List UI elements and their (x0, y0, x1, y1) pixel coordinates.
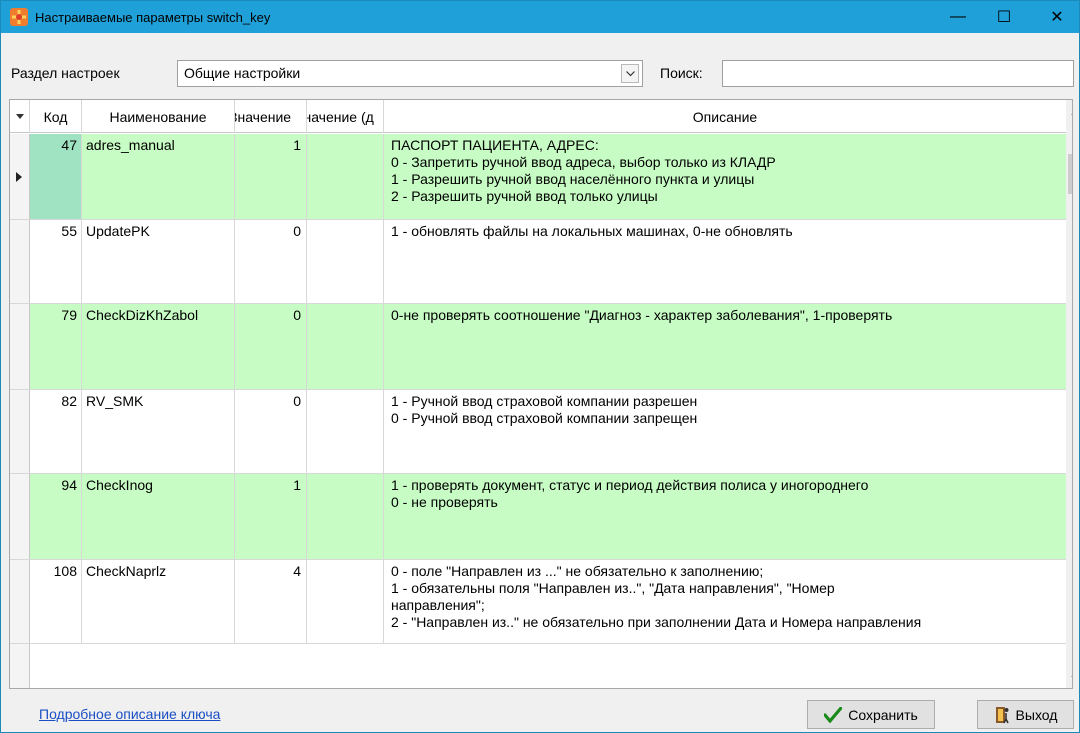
exit-button-label: Выход (1015, 706, 1058, 723)
header-value-default[interactable]: Значение (д (307, 100, 384, 133)
cell-value-default[interactable] (307, 474, 384, 559)
cell-name[interactable]: UpdatePK (82, 220, 235, 303)
header-code[interactable]: Код (30, 100, 82, 133)
cell-value[interactable]: 0 (235, 390, 307, 473)
section-dropdown[interactable]: Общие настройки (177, 60, 643, 87)
table-row[interactable]: 94 CheckInog 1 1 - проверять документ, стат… (10, 474, 1066, 560)
cell-description[interactable]: 1 - обновлять файлы на локальных машинах… (384, 220, 1066, 303)
close-button[interactable]: ✕ (1035, 1, 1079, 33)
cell-value[interactable]: 4 (235, 560, 307, 643)
header-description[interactable]: Описание (384, 100, 1066, 133)
table-row[interactable]: 47 adres_manual 1 ПАСПОРТ ПАЦИЕНТА, АДРЕС: … (10, 134, 1066, 220)
cell-description[interactable]: ПАСПОРТ ПАЦИЕНТА, АДРЕС: 0 - Запретить р… (384, 134, 1066, 219)
cell-description[interactable]: 0-не проверять соотношение "Диагноз - ха… (384, 304, 1066, 389)
cell-code[interactable]: 79 (30, 304, 82, 389)
window-title: Настраиваемые параметры switch_key (35, 9, 271, 25)
table-row[interactable]: 82 RV_SMK 0 1 - Ручной ввод страховой компа… (10, 390, 1066, 474)
cell-value[interactable]: 0 (235, 220, 307, 303)
checkmark-icon (824, 706, 843, 723)
cell-code[interactable]: 55 (30, 220, 82, 303)
table-header: Код Наименование Значение Значение (д Оп… (10, 100, 1072, 133)
cell-value-default[interactable] (307, 304, 384, 389)
exit-door-icon (994, 706, 1010, 724)
cell-code[interactable]: 82 (30, 390, 82, 473)
cell-code[interactable]: 94 (30, 474, 82, 559)
chevron-down-icon[interactable] (621, 64, 639, 83)
vertical-scrollbar[interactable]: ▲ ▼ (1066, 100, 1072, 688)
table-row[interactable]: 79 CheckDizKhZabol 0 0-не проверять соотнош… (10, 304, 1066, 390)
search-input[interactable] (722, 60, 1074, 87)
settings-table: Код Наименование Значение Значение (д Оп… (9, 99, 1073, 689)
cell-value-default[interactable] (307, 220, 384, 303)
cell-value-default[interactable] (307, 134, 384, 219)
cell-code[interactable]: 108 (30, 560, 82, 643)
row-indicator[interactable] (10, 390, 30, 473)
save-button-label: Сохранить (848, 706, 918, 723)
cell-name[interactable]: adres_manual (82, 134, 235, 219)
filter-toolbar: Раздел настроек Общие настройки Поиск: (1, 33, 1079, 97)
scroll-thumb[interactable] (1068, 154, 1072, 194)
cell-name[interactable]: RV_SMK (82, 390, 235, 473)
row-indicator[interactable] (10, 220, 30, 303)
current-row-arrow-icon (16, 172, 22, 182)
save-button[interactable]: Сохранить (807, 700, 935, 729)
cell-value[interactable]: 1 (235, 134, 307, 219)
cell-description[interactable]: 1 - Ручной ввод страховой компании разре… (384, 390, 1066, 473)
row-indicator[interactable] (10, 560, 30, 643)
table-row-empty (10, 644, 1066, 688)
maximize-button[interactable]: ☐ (982, 1, 1026, 33)
cell-name[interactable]: CheckInog (82, 474, 235, 559)
column-menu-icon[interactable] (10, 100, 30, 133)
table-row[interactable]: 108 CheckNaprlz 4 0 - поле "Направлен из ..… (10, 560, 1066, 644)
settings-window: Настраиваемые параметры switch_key — ☐ ✕… (0, 0, 1080, 733)
cell-description[interactable]: 1 - проверять документ, статус и период … (384, 474, 1066, 559)
table-row[interactable]: 55 UpdatePK 0 1 - обновлять файлы на локаль… (10, 220, 1066, 304)
row-indicator[interactable] (10, 304, 30, 389)
scroll-down-icon[interactable]: ▼ (1068, 670, 1072, 686)
search-label: Поиск: (660, 65, 703, 81)
title-bar[interactable]: Настраиваемые параметры switch_key — ☐ ✕ (1, 1, 1079, 33)
header-value[interactable]: Значение (235, 100, 307, 133)
cell-description[interactable]: 0 - поле "Направлен из ..." не обязатель… (384, 560, 1066, 643)
cell-name[interactable]: CheckDizKhZabol (82, 304, 235, 389)
row-indicator[interactable] (10, 474, 30, 559)
header-name[interactable]: Наименование (82, 100, 235, 133)
section-dropdown-value: Общие настройки (184, 65, 301, 81)
header-value-default-label: Значение (д (307, 108, 374, 125)
exit-button[interactable]: Выход (977, 700, 1074, 729)
minimize-button[interactable]: — (936, 1, 980, 33)
app-logo-icon (9, 7, 29, 27)
cell-code[interactable]: 47 (30, 134, 82, 219)
cell-value-default[interactable] (307, 560, 384, 643)
cell-value-default[interactable] (307, 390, 384, 473)
cell-value[interactable]: 0 (235, 304, 307, 389)
row-indicator[interactable] (10, 134, 30, 219)
row-indicator (10, 644, 30, 688)
detailed-description-link[interactable]: Подробное описание ключа (39, 706, 220, 722)
cell-value[interactable]: 1 (235, 474, 307, 559)
scroll-up-icon[interactable]: ▲ (1068, 104, 1072, 120)
header-value-label: Значение (235, 108, 292, 125)
section-label: Раздел настроек (11, 65, 120, 81)
cell-name[interactable]: CheckNaprlz (82, 560, 235, 643)
